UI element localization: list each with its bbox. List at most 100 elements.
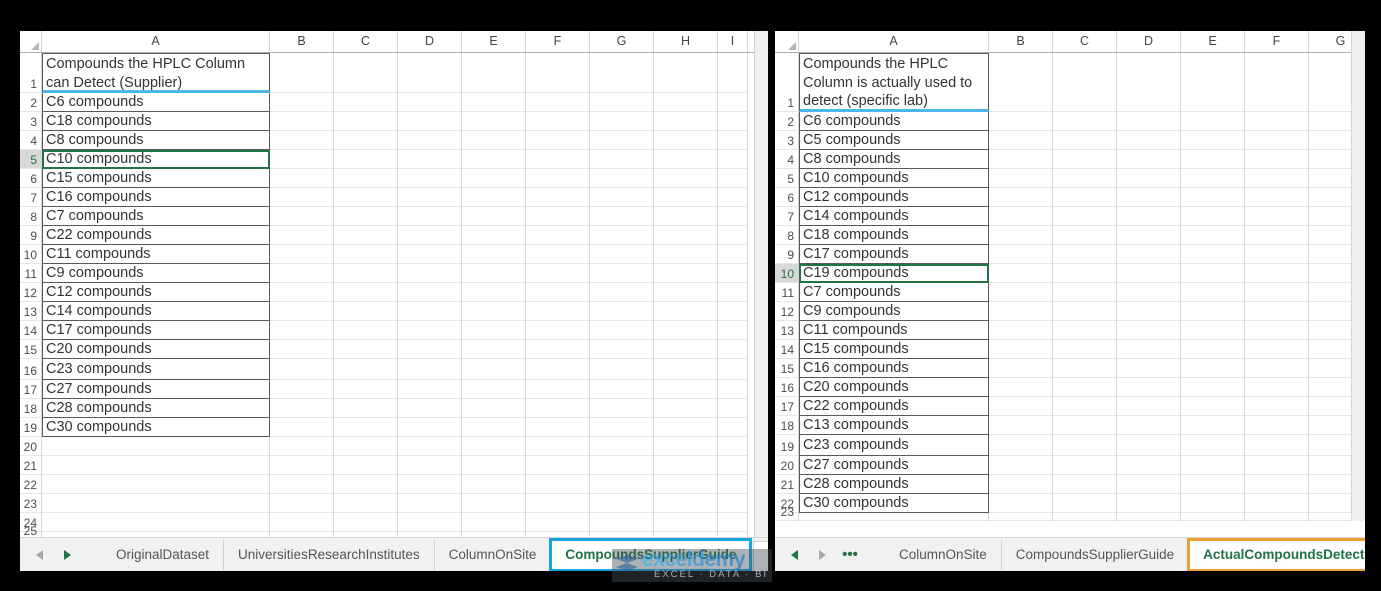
- cell-empty[interactable]: [654, 226, 718, 245]
- cell-a22[interactable]: C30 compounds: [799, 494, 989, 513]
- column-header-d[interactable]: D: [398, 31, 462, 52]
- cell-empty[interactable]: [334, 150, 398, 169]
- cell-empty[interactable]: [334, 264, 398, 283]
- row-header-21[interactable]: 21: [775, 475, 799, 494]
- row-header-7[interactable]: 7: [775, 207, 799, 226]
- cell-a3[interactable]: C18 compounds: [42, 112, 270, 131]
- cell-empty[interactable]: [989, 131, 1053, 150]
- cell-a7[interactable]: C16 compounds: [42, 188, 270, 207]
- cell-empty[interactable]: [1117, 475, 1181, 494]
- column-header-e[interactable]: E: [1181, 31, 1245, 52]
- cell-a1[interactable]: Compounds the HPLC Column can Detect (Su…: [42, 53, 270, 93]
- cell-empty[interactable]: [654, 131, 718, 150]
- cell-empty[interactable]: [590, 380, 654, 399]
- cell-empty[interactable]: [1053, 321, 1117, 340]
- cell-empty[interactable]: [526, 226, 590, 245]
- cell-empty[interactable]: [1245, 456, 1309, 475]
- cell-empty[interactable]: [1181, 435, 1245, 456]
- cell-a6[interactable]: C12 compounds: [799, 188, 989, 207]
- cell-empty[interactable]: [1245, 112, 1309, 131]
- cell-empty[interactable]: [334, 112, 398, 131]
- cell-empty[interactable]: [1053, 378, 1117, 397]
- cell-empty[interactable]: [334, 380, 398, 399]
- cell-empty[interactable]: [526, 475, 590, 494]
- cell-a20[interactable]: C27 compounds: [799, 456, 989, 475]
- cell-a15[interactable]: C16 compounds: [799, 359, 989, 378]
- cell-empty[interactable]: [270, 475, 334, 494]
- row-header-16[interactable]: 16: [20, 359, 42, 380]
- cell-empty[interactable]: [526, 456, 590, 475]
- cell-empty[interactable]: [654, 340, 718, 359]
- cell-a24[interactable]: [42, 513, 270, 532]
- row-header-18[interactable]: 18: [775, 416, 799, 435]
- cell-empty[interactable]: [1181, 416, 1245, 435]
- cell-empty[interactable]: [1053, 416, 1117, 435]
- cell-a12[interactable]: C9 compounds: [799, 302, 989, 321]
- cell-empty[interactable]: [989, 340, 1053, 359]
- cell-empty[interactable]: [654, 380, 718, 399]
- cell-empty[interactable]: [270, 112, 334, 131]
- cell-empty[interactable]: [590, 53, 654, 93]
- cell-a11[interactable]: C7 compounds: [799, 283, 989, 302]
- cell-empty[interactable]: [654, 245, 718, 264]
- row-header-1[interactable]: 1: [20, 53, 42, 93]
- cell-empty[interactable]: [1245, 378, 1309, 397]
- cell-empty[interactable]: [398, 169, 462, 188]
- cell-empty[interactable]: [270, 418, 334, 437]
- cell-empty[interactable]: [1117, 513, 1181, 521]
- cell-empty[interactable]: [1181, 226, 1245, 245]
- cell-empty[interactable]: [654, 53, 718, 93]
- row-header-8[interactable]: 8: [775, 226, 799, 245]
- cell-empty[interactable]: [462, 283, 526, 302]
- cell-empty[interactable]: [718, 226, 748, 245]
- cell-empty[interactable]: [1117, 264, 1181, 283]
- cell-empty[interactable]: [654, 418, 718, 437]
- cell-empty[interactable]: [398, 207, 462, 226]
- cell-empty[interactable]: [989, 494, 1053, 513]
- cell-a21[interactable]: [42, 456, 270, 475]
- cell-empty[interactable]: [1245, 53, 1309, 112]
- sheet-tab-compoundssupplierguide[interactable]: CompoundsSupplierGuide: [1002, 539, 1190, 570]
- cell-empty[interactable]: [1181, 359, 1245, 378]
- cell-a13[interactable]: C11 compounds: [799, 321, 989, 340]
- cell-empty[interactable]: [270, 513, 334, 532]
- row-header-15[interactable]: 15: [20, 340, 42, 359]
- cell-empty[interactable]: [334, 188, 398, 207]
- cell-empty[interactable]: [590, 340, 654, 359]
- row-header-19[interactable]: 19: [20, 418, 42, 437]
- row-header-20[interactable]: 20: [775, 456, 799, 475]
- cell-empty[interactable]: [1245, 226, 1309, 245]
- cell-empty[interactable]: [1053, 494, 1117, 513]
- cell-empty[interactable]: [334, 93, 398, 112]
- cell-empty[interactable]: [1181, 494, 1245, 513]
- cell-empty[interactable]: [1181, 245, 1245, 264]
- cell-empty[interactable]: [1053, 245, 1117, 264]
- column-header-d[interactable]: D: [1117, 31, 1181, 52]
- cell-empty[interactable]: [1117, 456, 1181, 475]
- cell-empty[interactable]: [1181, 53, 1245, 112]
- cell-empty[interactable]: [1117, 494, 1181, 513]
- cell-empty[interactable]: [526, 131, 590, 150]
- cell-empty[interactable]: [1117, 112, 1181, 131]
- cell-empty[interactable]: [1117, 226, 1181, 245]
- cell-empty[interactable]: [590, 437, 654, 456]
- row-header-10[interactable]: 10: [20, 245, 42, 264]
- cell-empty[interactable]: [989, 188, 1053, 207]
- cell-empty[interactable]: [1181, 321, 1245, 340]
- row-header-13[interactable]: 13: [20, 302, 42, 321]
- cell-empty[interactable]: [270, 226, 334, 245]
- sheet-tab-universitiesresearchinstitutes[interactable]: UniversitiesResearchInstitutes: [224, 539, 435, 570]
- column-header-a[interactable]: A: [42, 31, 270, 52]
- cell-empty[interactable]: [526, 418, 590, 437]
- row-header-9[interactable]: 9: [775, 245, 799, 264]
- cell-empty[interactable]: [718, 53, 748, 93]
- row-header-3[interactable]: 3: [775, 131, 799, 150]
- cell-empty[interactable]: [590, 475, 654, 494]
- row-header-13[interactable]: 13: [775, 321, 799, 340]
- cell-empty[interactable]: [462, 418, 526, 437]
- row-header-22[interactable]: 22: [20, 475, 42, 494]
- cell-empty[interactable]: [989, 359, 1053, 378]
- cell-empty[interactable]: [1053, 283, 1117, 302]
- cell-empty[interactable]: [398, 302, 462, 321]
- cell-empty[interactable]: [462, 399, 526, 418]
